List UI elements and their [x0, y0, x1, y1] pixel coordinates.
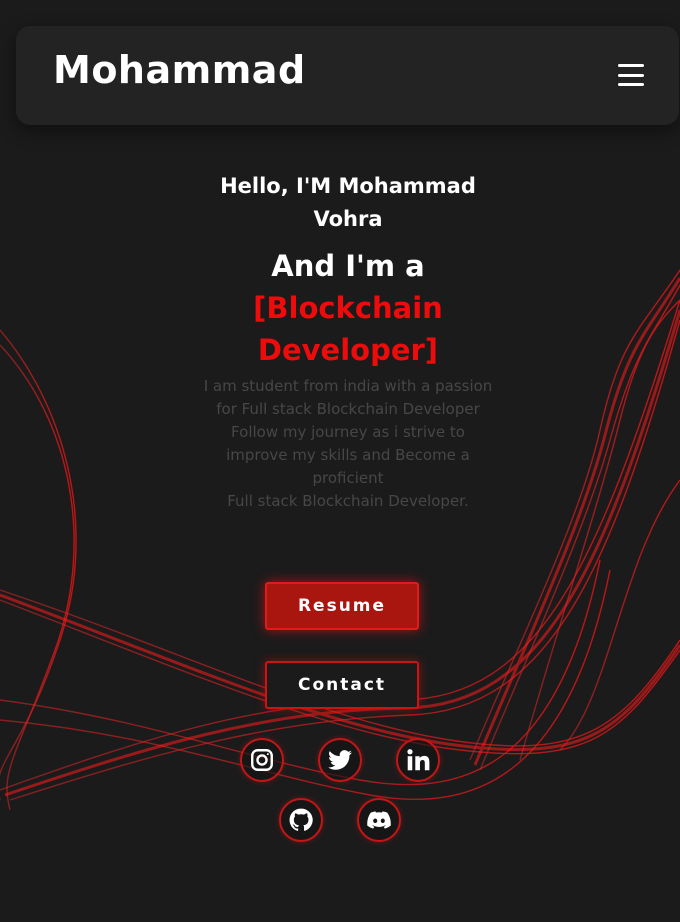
navbar: Mohammad: [16, 26, 679, 125]
contact-button[interactable]: Contact: [265, 661, 419, 709]
role-heading: And I'm a [Blockchain Developer]: [200, 245, 496, 371]
github-icon: [289, 808, 313, 831]
twitter-icon: [328, 750, 352, 770]
linkedin-icon: [407, 749, 430, 771]
twitter-link[interactable]: [318, 738, 362, 782]
menu-bar: [618, 64, 644, 67]
instagram-link[interactable]: [240, 738, 284, 782]
resume-button[interactable]: Resume: [265, 582, 419, 630]
instagram-icon: [251, 749, 273, 771]
menu-bar: [618, 83, 644, 86]
role-prefix: And I'm a: [271, 249, 425, 283]
greeting-heading: Hello, I'M Mohammad Vohra: [220, 174, 476, 231]
hero-section: Hello, I'M Mohammad Vohra And I'm a [Blo…: [200, 170, 496, 513]
menu-bar: [618, 73, 644, 77]
linkedin-link[interactable]: [396, 738, 440, 782]
github-link[interactable]: [279, 798, 323, 842]
hamburger-menu-icon[interactable]: [618, 64, 644, 86]
logo[interactable]: Mohammad: [53, 48, 306, 92]
role-typed-text: [Blockchain Developer]: [253, 291, 443, 367]
discord-icon: [367, 811, 391, 829]
hero-description: I am student from india with a passion f…: [203, 377, 493, 510]
discord-link[interactable]: [357, 798, 401, 842]
